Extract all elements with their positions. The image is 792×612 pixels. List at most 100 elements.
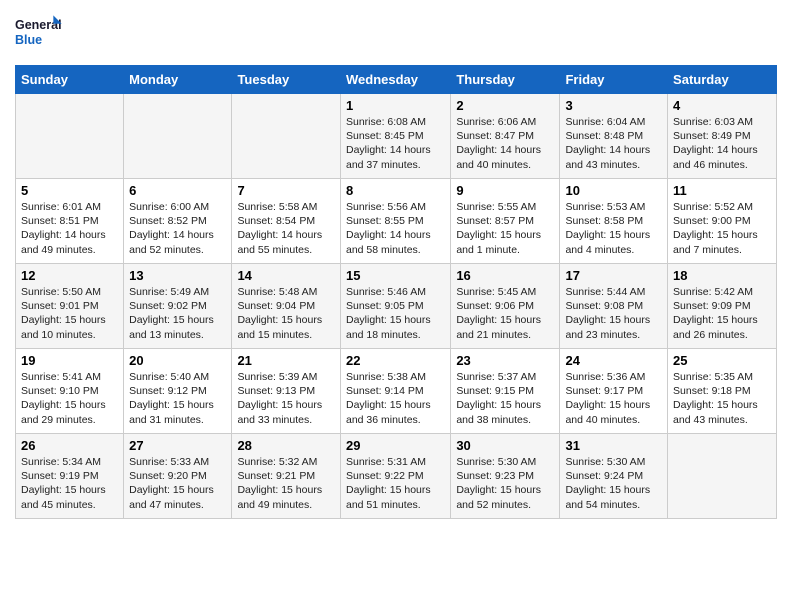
- day-number: 28: [237, 438, 335, 453]
- calendar-cell: [16, 94, 124, 179]
- day-info: Sunrise: 5:38 AMSunset: 9:14 PMDaylight:…: [346, 370, 445, 427]
- header-row: SundayMondayTuesdayWednesdayThursdayFrid…: [16, 66, 777, 94]
- day-info: Sunrise: 5:37 AMSunset: 9:15 PMDaylight:…: [456, 370, 554, 427]
- day-info: Sunrise: 5:31 AMSunset: 9:22 PMDaylight:…: [346, 455, 445, 512]
- day-number: 4: [673, 98, 771, 113]
- week-row-1: 1 Sunrise: 6:08 AMSunset: 8:45 PMDaylight…: [16, 94, 777, 179]
- calendar-cell: 3 Sunrise: 6:04 AMSunset: 8:48 PMDaylight…: [560, 94, 668, 179]
- day-number: 21: [237, 353, 335, 368]
- calendar-cell: 15 Sunrise: 5:46 AMSunset: 9:05 PMDayligh…: [340, 264, 450, 349]
- day-number: 20: [129, 353, 226, 368]
- week-row-4: 19Sunrise: 5:41 AMSunset: 9:10 PMDayligh…: [16, 349, 777, 434]
- day-number: 3: [565, 98, 662, 113]
- day-info: Sunrise: 5:52 AMSunset: 9:00 PMDaylight:…: [673, 200, 771, 257]
- day-info: Sunrise: 5:56 AMSunset: 8:55 PMDaylight:…: [346, 200, 445, 257]
- day-number: 9: [456, 183, 554, 198]
- day-number: 11: [673, 183, 771, 198]
- calendar-cell: 10 Sunrise: 5:53 AMSunset: 8:58 PMDayligh…: [560, 179, 668, 264]
- day-info: Sunrise: 5:30 AMSunset: 9:24 PMDaylight:…: [565, 455, 662, 512]
- calendar-cell: 16Sunrise: 5:45 AMSunset: 9:06 PMDayligh…: [451, 264, 560, 349]
- day-info: Sunrise: 5:32 AMSunset: 9:21 PMDaylight:…: [237, 455, 335, 512]
- header-day-tuesday: Tuesday: [232, 66, 341, 94]
- calendar-cell: 19Sunrise: 5:41 AMSunset: 9:10 PMDayligh…: [16, 349, 124, 434]
- day-number: 27: [129, 438, 226, 453]
- day-info: Sunrise: 5:35 AMSunset: 9:18 PMDaylight:…: [673, 370, 771, 427]
- day-info: Sunrise: 6:01 AMSunset: 8:51 PMDaylight:…: [21, 200, 118, 257]
- calendar-cell: [232, 94, 341, 179]
- day-info: Sunrise: 6:06 AMSunset: 8:47 PMDaylight:…: [456, 115, 554, 172]
- calendar-cell: 28 Sunrise: 5:32 AMSunset: 9:21 PMDayligh…: [232, 434, 341, 519]
- calendar-cell: 31Sunrise: 5:30 AMSunset: 9:24 PMDayligh…: [560, 434, 668, 519]
- calendar-cell: 27 Sunrise: 5:33 AMSunset: 9:20 PMDayligh…: [124, 434, 232, 519]
- calendar-cell: 29 Sunrise: 5:31 AMSunset: 9:22 PMDayligh…: [340, 434, 450, 519]
- logo: General Blue: [15, 10, 65, 55]
- calendar-cell: 6 Sunrise: 6:00 AMSunset: 8:52 PMDaylight…: [124, 179, 232, 264]
- calendar-cell: 5Sunrise: 6:01 AMSunset: 8:51 PMDaylight…: [16, 179, 124, 264]
- calendar-cell: 1 Sunrise: 6:08 AMSunset: 8:45 PMDaylight…: [340, 94, 450, 179]
- day-info: Sunrise: 6:00 AMSunset: 8:52 PMDaylight:…: [129, 200, 226, 257]
- day-number: 15: [346, 268, 445, 283]
- header-day-friday: Friday: [560, 66, 668, 94]
- week-row-2: 5Sunrise: 6:01 AMSunset: 8:51 PMDaylight…: [16, 179, 777, 264]
- calendar-cell: 4 Sunrise: 6:03 AMSunset: 8:49 PMDaylight…: [668, 94, 777, 179]
- day-number: 14: [237, 268, 335, 283]
- day-info: Sunrise: 5:34 AMSunset: 9:19 PMDaylight:…: [21, 455, 118, 512]
- calendar-cell: 2 Sunrise: 6:06 AMSunset: 8:47 PMDaylight…: [451, 94, 560, 179]
- day-number: 26: [21, 438, 118, 453]
- calendar-cell: 17 Sunrise: 5:44 AMSunset: 9:08 PMDayligh…: [560, 264, 668, 349]
- calendar-cell: 14 Sunrise: 5:48 AMSunset: 9:04 PMDayligh…: [232, 264, 341, 349]
- page-header: General Blue: [15, 10, 777, 55]
- calendar-table: SundayMondayTuesdayWednesdayThursdayFrid…: [15, 65, 777, 519]
- day-number: 8: [346, 183, 445, 198]
- calendar-cell: 20Sunrise: 5:40 AMSunset: 9:12 PMDayligh…: [124, 349, 232, 434]
- svg-text:Blue: Blue: [15, 33, 42, 47]
- calendar-cell: 7 Sunrise: 5:58 AMSunset: 8:54 PMDaylight…: [232, 179, 341, 264]
- header-day-thursday: Thursday: [451, 66, 560, 94]
- day-info: Sunrise: 5:33 AMSunset: 9:20 PMDaylight:…: [129, 455, 226, 512]
- header-day-saturday: Saturday: [668, 66, 777, 94]
- day-info: Sunrise: 5:45 AMSunset: 9:06 PMDaylight:…: [456, 285, 554, 342]
- day-number: 29: [346, 438, 445, 453]
- day-info: Sunrise: 6:03 AMSunset: 8:49 PMDaylight:…: [673, 115, 771, 172]
- day-info: Sunrise: 5:48 AMSunset: 9:04 PMDaylight:…: [237, 285, 335, 342]
- week-row-5: 26 Sunrise: 5:34 AMSunset: 9:19 PMDayligh…: [16, 434, 777, 519]
- calendar-cell: 11 Sunrise: 5:52 AMSunset: 9:00 PMDayligh…: [668, 179, 777, 264]
- calendar-cell: 23 Sunrise: 5:37 AMSunset: 9:15 PMDayligh…: [451, 349, 560, 434]
- header-day-sunday: Sunday: [16, 66, 124, 94]
- calendar-cell: 9 Sunrise: 5:55 AMSunset: 8:57 PMDaylight…: [451, 179, 560, 264]
- calendar-cell: 18Sunrise: 5:42 AMSunset: 9:09 PMDayligh…: [668, 264, 777, 349]
- day-info: Sunrise: 6:04 AMSunset: 8:48 PMDaylight:…: [565, 115, 662, 172]
- day-info: Sunrise: 5:55 AMSunset: 8:57 PMDaylight:…: [456, 200, 554, 257]
- calendar-cell: 13Sunrise: 5:49 AMSunset: 9:02 PMDayligh…: [124, 264, 232, 349]
- calendar-cell: 21 Sunrise: 5:39 AMSunset: 9:13 PMDayligh…: [232, 349, 341, 434]
- calendar-cell: 25Sunrise: 5:35 AMSunset: 9:18 PMDayligh…: [668, 349, 777, 434]
- calendar-cell: 26 Sunrise: 5:34 AMSunset: 9:19 PMDayligh…: [16, 434, 124, 519]
- day-number: 22: [346, 353, 445, 368]
- day-info: Sunrise: 5:39 AMSunset: 9:13 PMDaylight:…: [237, 370, 335, 427]
- day-number: 6: [129, 183, 226, 198]
- day-info: Sunrise: 6:08 AMSunset: 8:45 PMDaylight:…: [346, 115, 445, 172]
- day-number: 2: [456, 98, 554, 113]
- calendar-cell: [124, 94, 232, 179]
- day-number: 17: [565, 268, 662, 283]
- day-info: Sunrise: 5:41 AMSunset: 9:10 PMDaylight:…: [21, 370, 118, 427]
- day-info: Sunrise: 5:46 AMSunset: 9:05 PMDaylight:…: [346, 285, 445, 342]
- header-day-wednesday: Wednesday: [340, 66, 450, 94]
- day-number: 30: [456, 438, 554, 453]
- day-number: 23: [456, 353, 554, 368]
- day-info: Sunrise: 5:44 AMSunset: 9:08 PMDaylight:…: [565, 285, 662, 342]
- day-info: Sunrise: 5:30 AMSunset: 9:23 PMDaylight:…: [456, 455, 554, 512]
- day-number: 1: [346, 98, 445, 113]
- header-day-monday: Monday: [124, 66, 232, 94]
- calendar-cell: 24 Sunrise: 5:36 AMSunset: 9:17 PMDayligh…: [560, 349, 668, 434]
- calendar-cell: 22 Sunrise: 5:38 AMSunset: 9:14 PMDayligh…: [340, 349, 450, 434]
- day-info: Sunrise: 5:53 AMSunset: 8:58 PMDaylight:…: [565, 200, 662, 257]
- day-number: 10: [565, 183, 662, 198]
- logo-icon: General Blue: [15, 10, 65, 55]
- day-info: Sunrise: 5:58 AMSunset: 8:54 PMDaylight:…: [237, 200, 335, 257]
- week-row-3: 12Sunrise: 5:50 AMSunset: 9:01 PMDayligh…: [16, 264, 777, 349]
- day-number: 7: [237, 183, 335, 198]
- day-info: Sunrise: 5:50 AMSunset: 9:01 PMDaylight:…: [21, 285, 118, 342]
- day-number: 24: [565, 353, 662, 368]
- day-info: Sunrise: 5:36 AMSunset: 9:17 PMDaylight:…: [565, 370, 662, 427]
